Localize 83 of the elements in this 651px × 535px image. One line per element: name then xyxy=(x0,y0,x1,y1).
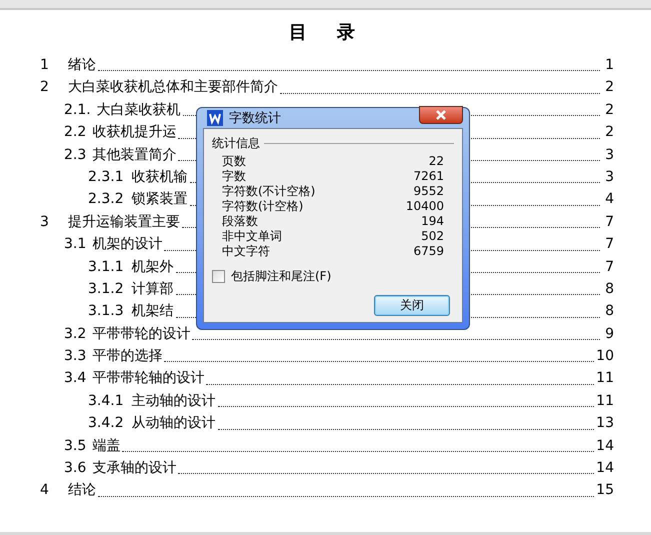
page-number: 7 xyxy=(604,212,614,232)
toc-number: 3.5 xyxy=(64,436,86,456)
close-dialog-button[interactable]: 关闭 xyxy=(374,295,450,316)
toc-title: 从动轴的设计 xyxy=(132,414,216,434)
checkbox[interactable] xyxy=(212,270,225,283)
stat-value: 9552 xyxy=(413,184,444,199)
stat-label: 字符数(不计空格) xyxy=(222,184,316,199)
toc-title: 大白菜收获机总体和主要部件简介 xyxy=(68,78,278,98)
page-number: 8 xyxy=(604,280,614,299)
toc-number: 3.3 xyxy=(64,347,86,366)
page-number: 3 xyxy=(604,168,614,187)
page-number: 7 xyxy=(604,235,614,254)
toc-number: 3.4.1 xyxy=(88,392,124,411)
toc-title: 平带带轮的设计 xyxy=(92,324,190,344)
toc-number: 3.1.3 xyxy=(88,302,124,322)
toc-title: 锁紧装置 xyxy=(132,190,188,210)
toc-title: 端盖 xyxy=(92,436,120,456)
toc-number: 2.3 xyxy=(64,146,86,165)
page-number: 2 xyxy=(604,78,614,98)
app-logo-icon xyxy=(207,110,223,126)
toc-title: 平带的选择 xyxy=(92,347,162,366)
toc-title: 其他装置简介 xyxy=(92,146,176,165)
toc-number: 3.6 xyxy=(64,459,86,478)
toc-number: 4 xyxy=(39,481,50,500)
group-label: 统计信息 xyxy=(212,135,260,152)
toc-title: 主动轴的设计 xyxy=(132,392,216,411)
stat-value: 194 xyxy=(421,214,444,229)
page-number: 7 xyxy=(604,258,614,277)
toc-number: 3.1.1 xyxy=(88,258,124,277)
page-number: 13 xyxy=(596,414,614,434)
toc-title: 大白菜收获机 xyxy=(96,100,181,120)
close-button[interactable] xyxy=(419,106,463,124)
toc-title: 机架外 xyxy=(132,258,174,277)
dialog-title: 字数统计 xyxy=(229,110,282,127)
page-number: 14 xyxy=(596,436,614,456)
stat-value: 10400 xyxy=(406,199,444,214)
toc-number: 2 xyxy=(39,78,50,98)
toc-number: 3.1 xyxy=(64,235,86,254)
page-number: 4 xyxy=(604,190,614,210)
toc-number: 1 xyxy=(39,56,50,75)
page-number: 10 xyxy=(596,347,614,366)
toc-title: 机架的设计 xyxy=(92,235,162,254)
toc-number: 3.4.2 xyxy=(88,414,124,434)
page-number: 1 xyxy=(604,56,614,75)
toc-number: 3 xyxy=(39,212,50,232)
toc-title: 提升运输装置主要 xyxy=(68,212,180,232)
toc-title: 收获机输 xyxy=(132,168,188,187)
toc-title: 收获机提升运 xyxy=(92,123,176,142)
document-title: 目 录 xyxy=(288,21,362,45)
stat-label: 非中文单词 xyxy=(222,229,282,244)
page-number: 2 xyxy=(604,123,614,142)
page-number: 11 xyxy=(596,369,614,388)
page-number: 9 xyxy=(604,324,614,344)
page-number: 11 xyxy=(596,392,614,411)
toc-title: 计算部 xyxy=(132,280,174,299)
toc-number: 2.3.1 xyxy=(88,168,124,187)
stat-label: 字符数(计空格) xyxy=(222,199,304,214)
stat-value: 7261 xyxy=(413,169,444,184)
page-number: 2 xyxy=(604,100,614,120)
stat-value: 22 xyxy=(428,154,444,169)
checkbox-label: 包括脚注和尾注(F) xyxy=(231,268,332,285)
stat-value: 6759 xyxy=(413,244,444,259)
toc-title: 绪论 xyxy=(68,56,96,75)
toc-number: 2.1. xyxy=(64,100,91,120)
stat-label: 段落数 xyxy=(222,214,258,229)
toc-number: 2.3.2 xyxy=(88,190,124,210)
toc-title: 支承轴的设计 xyxy=(92,459,176,478)
close-icon xyxy=(435,110,447,120)
toc-title: 结论 xyxy=(68,481,96,500)
page-number: 8 xyxy=(604,302,614,322)
toc-number: 3.1.2 xyxy=(88,280,124,299)
page-number: 14 xyxy=(596,459,614,478)
page-number: 3 xyxy=(604,146,614,165)
toc-number: 3.4 xyxy=(64,369,86,388)
stat-label: 字数 xyxy=(222,169,246,184)
stat-label: 页数 xyxy=(222,154,246,169)
stat-value: 502 xyxy=(421,229,444,244)
toc-title: 平带带轮轴的设计 xyxy=(92,369,204,388)
page-number: 15 xyxy=(596,481,614,500)
stat-label: 中文字符 xyxy=(222,244,270,259)
toc-number: 3.2 xyxy=(64,324,86,344)
toc-number: 2.2 xyxy=(64,123,86,142)
toc-title: 机架结 xyxy=(132,302,174,322)
